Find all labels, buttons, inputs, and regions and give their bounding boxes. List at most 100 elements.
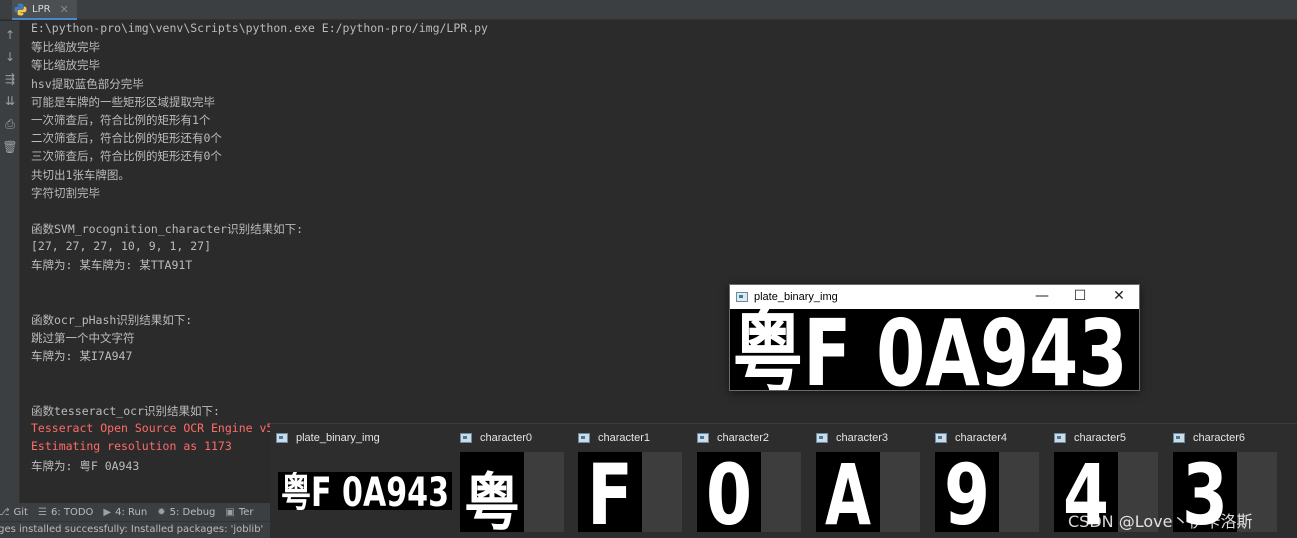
print-icon[interactable]: ⎙: [2, 116, 18, 132]
plate-binary-graphic: 粤F 0A943: [730, 309, 1139, 390]
run-tool-button[interactable]: ▶ 4: Run: [103, 507, 147, 518]
branch-icon: ⎇: [0, 506, 10, 518]
thumbnail-glyph: F: [587, 452, 633, 532]
maximize-button[interactable]: ☐: [1061, 285, 1099, 309]
thumbnail-padding: [642, 452, 682, 532]
thumbnail-image: 9: [935, 452, 999, 532]
plate-binary-image: 粤F 0A943: [730, 309, 1139, 390]
console-line: 三次筛查后，符合比例的矩形还有0个: [31, 149, 222, 164]
thumbnail-padding: [761, 452, 801, 532]
window-app-icon: [697, 433, 709, 443]
thumbnail-glyph: 9: [944, 452, 990, 532]
thumbnail-label: character6: [1193, 432, 1245, 444]
thumbnail-plate-binary-img[interactable]: plate_binary_img 粤F 0A943: [276, 424, 454, 538]
window-app-icon: [736, 292, 748, 302]
thumbnail-character-3[interactable]: character3 A: [816, 424, 928, 538]
csdn-watermark: CSDN @Love丶伊卡洛斯: [1068, 512, 1253, 531]
console-line: 车牌为: 某车牌为: 某TTA91T: [31, 258, 193, 273]
tool-label: Git: [13, 506, 28, 518]
status-bar: ages installed successfully: Installed p…: [0, 521, 270, 538]
tool-label: Ter: [238, 506, 254, 518]
console-line: hsv提取蓝色部分完毕: [31, 76, 144, 91]
thumbnail-header: character1: [578, 430, 650, 446]
run-tab-bar: LPR ✕: [0, 0, 1297, 20]
thumbnail-header: character5: [1054, 430, 1126, 446]
thumbnail-header: character2: [697, 430, 769, 446]
thumbnail-label: character0: [480, 432, 532, 444]
thumbnail-glyph: 粤: [464, 466, 520, 532]
thumbnail-image: 0: [697, 452, 761, 532]
play-icon: ▶: [103, 506, 112, 518]
console-line: [27, 27, 27, 10, 9, 1, 27]: [31, 239, 212, 254]
close-window-button[interactable]: ✕: [1100, 285, 1138, 309]
minimize-button[interactable]: —: [1023, 285, 1061, 309]
status-message: ages installed successfully: Installed p…: [0, 524, 264, 535]
console-line: 函数tesseract_ocr识别结果如下:: [31, 403, 220, 418]
tool-label: 5: Debug: [169, 506, 216, 518]
terminal-icon: ▣: [225, 506, 235, 518]
console-line: 二次筛查后，符合比例的矩形还有0个: [31, 131, 222, 146]
console-line: E:\python-pro\img\venv\Scripts\python.ex…: [31, 21, 488, 35]
close-tab-icon[interactable]: ✕: [60, 3, 69, 16]
thumbnail-image: A: [816, 452, 880, 532]
thumbnail-label: plate_binary_img: [296, 432, 380, 444]
window-app-icon: [578, 433, 590, 443]
thumbnail-label: character1: [598, 432, 650, 444]
scroll-to-end-icon[interactable]: ⇊: [2, 93, 18, 109]
thumbnail-glyph: 粤F 0A943: [281, 472, 449, 510]
console-line: 车牌为: 某I7A947: [31, 349, 133, 364]
thumbnail-header: character6: [1173, 430, 1245, 446]
run-tab-label: LPR: [32, 3, 51, 15]
console-line: 跳过第一个中文字符: [31, 331, 135, 346]
thumbnail-label: character5: [1074, 432, 1126, 444]
plate-binary-window[interactable]: plate_binary_img — ☐ ✕ 粤F 0A943: [729, 284, 1140, 391]
todo-tool-button[interactable]: ☰ 6: TODO: [38, 507, 93, 518]
window-app-icon: [1054, 433, 1066, 443]
thumbnail-label: character4: [955, 432, 1007, 444]
thumbnail-character-4[interactable]: character4 9: [935, 424, 1047, 538]
python-icon: [14, 3, 27, 15]
arrow-down-icon[interactable]: ↓: [2, 49, 18, 65]
thumbnail-header: character0: [460, 430, 532, 446]
tool-window-bar: ⎇ Git ☰ 6: TODO ▶ 4: Run ✹ 5: Debug ▣ Ter: [0, 503, 270, 521]
plate-text: 粤F 0A943: [733, 309, 1128, 390]
trash-icon[interactable]: 🗑: [2, 139, 18, 155]
thumbnail-character-2[interactable]: character2 0: [697, 424, 809, 538]
arrow-up-icon[interactable]: ↑: [2, 27, 18, 43]
console-line: 等比缩放完毕: [31, 40, 100, 55]
window-titlebar[interactable]: plate_binary_img — ☐ ✕: [730, 285, 1139, 309]
debug-tool-button[interactable]: ✹ 5: Debug: [157, 507, 215, 518]
window-app-icon: [460, 433, 472, 443]
console-line: 可能是车牌的一些矩形区域提取完毕: [31, 94, 215, 109]
window-app-icon: [935, 433, 947, 443]
thumbnail-padding: [880, 452, 920, 532]
window-app-icon: [1173, 433, 1185, 443]
thumbnail-label: character2: [717, 432, 769, 444]
console-line: 函数SVM_rocognition_character识别结果如下:: [31, 222, 304, 237]
thumbnail-glyph: 0: [706, 452, 752, 532]
console-line: 等比缩放完毕: [31, 58, 100, 73]
console-line: 共切出1张车牌图。: [31, 167, 130, 182]
thumbnail-image: 粤: [460, 452, 524, 532]
thumbnail-character-1[interactable]: character1 F: [578, 424, 690, 538]
thumbnail-padding: [524, 452, 564, 532]
window-title: plate_binary_img: [754, 291, 838, 303]
thumbnail-header: character3: [816, 430, 888, 446]
soft-wrap-icon[interactable]: ⇶: [2, 71, 18, 87]
git-tool-button[interactable]: ⎇ Git: [0, 507, 28, 518]
thumbnail-character-0[interactable]: character0 粤: [460, 424, 572, 538]
thumbnail-image: F: [578, 452, 642, 532]
terminal-tool-button[interactable]: ▣ Ter: [225, 507, 253, 518]
console-output[interactable]: E:\python-pro\img\venv\Scripts\python.ex…: [31, 21, 731, 476]
thumbnail-glyph: A: [825, 452, 871, 532]
thumbnail-image: 粤F 0A943: [278, 472, 452, 510]
list-icon: ☰: [37, 506, 47, 518]
run-tab-lpr[interactable]: LPR ✕: [12, 0, 77, 20]
window-app-icon: [816, 433, 828, 443]
thumbnail-header: character4: [935, 430, 1007, 446]
